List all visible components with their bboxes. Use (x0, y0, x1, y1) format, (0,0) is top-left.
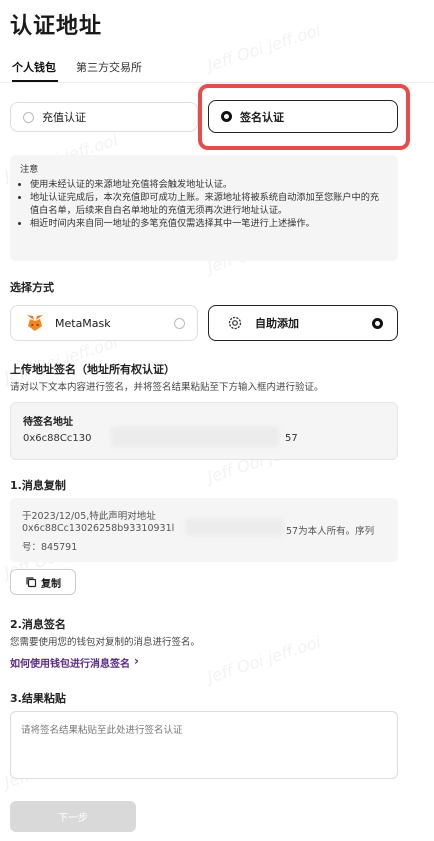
page-title: 认证地址 (10, 14, 103, 39)
address-prefix: 0x6c88Cc130 (23, 433, 92, 444)
radio-selected-icon (372, 317, 383, 329)
copy-button[interactable]: 复制 (10, 569, 76, 595)
message-line: 57为本人所有。序列 (286, 526, 375, 537)
gear-icon (227, 315, 243, 331)
recharge-auth-label: 充值认证 (42, 111, 86, 124)
upload-description: 请对以下文本内容进行签名，并将签名结果粘贴至下方输入框内进行验证。 (10, 382, 324, 393)
tab-third-party-exchange[interactable]: 第三方交易所 (76, 59, 142, 75)
tab-personal-wallet[interactable]: 个人钱包 (12, 59, 56, 75)
recharge-auth-option[interactable]: 充值认证 (10, 102, 198, 132)
message-line: 号：845791 (22, 542, 78, 553)
message-line: 0x6c88Cc13026258b93310931l (22, 523, 175, 534)
message-box: 于2023/12/05,特此声明对地址 0x6c88Cc13026258b933… (10, 498, 398, 562)
highlight-ring (198, 84, 410, 150)
address-suffix: 57 (285, 433, 298, 444)
chevron-right-icon: › (134, 654, 139, 668)
sign-help-link[interactable]: 如何使用钱包进行消息签名 › (10, 655, 139, 670)
copy-icon (25, 576, 37, 588)
metamask-fox-icon (25, 314, 45, 332)
copy-label: 复制 (41, 578, 61, 590)
metamask-option[interactable]: MetaMask (10, 305, 198, 341)
sign-help-link-text: 如何使用钱包进行消息签名 (10, 659, 130, 670)
message-redaction (186, 518, 284, 536)
radio-icon (174, 317, 185, 329)
notice-box: 注意 使用未经认证的来源地址充值将会触发地址认证。 地址认证完成后，本次充值即可… (10, 155, 398, 261)
watermark: Jeff Ooi jeff.ooi (204, 632, 324, 687)
next-button[interactable]: 下一步 (10, 801, 136, 832)
address-box: 待签名地址 0x6c88Cc130 57 (10, 402, 398, 460)
watermark: Jeff Ooi jeff.ooi (204, 20, 324, 75)
message-line: 于2023/12/05,特此声明对地址 (22, 511, 156, 522)
method-heading: 选择方式 (10, 281, 54, 294)
step1-heading: 1.消息复制 (10, 479, 66, 492)
tab-divider (0, 82, 434, 83)
address-redaction (111, 427, 279, 447)
step3-heading: 3.结果粘贴 (10, 692, 66, 705)
step2-description: 您需要使用您的钱包对复制的消息进行签名。 (10, 637, 201, 648)
step2-heading: 2.消息签名 (10, 618, 66, 631)
signature-paste-field[interactable]: 请将签名结果粘贴至此处进行签名认证 (10, 711, 398, 779)
address-label: 待签名地址 (23, 417, 73, 428)
notice-item: 地址认证完成后，本次充值即可成功上账。来源地址将被系统自动添加至您账户中的充值白… (30, 191, 388, 217)
notice-item: 相近时间内来自同一地址的多笔充值仅需选择其中一笔进行上述操作。 (30, 217, 388, 230)
radio-icon (23, 111, 34, 123)
metamask-label: MetaMask (55, 316, 111, 330)
upload-heading: 上传地址签名（地址所有权认证） (10, 363, 175, 376)
notice-title: 注意 (20, 164, 39, 175)
auto-add-label: 自助添加 (255, 317, 299, 330)
tab-active-indicator (12, 80, 58, 82)
auto-add-option[interactable]: 自助添加 (208, 305, 398, 341)
notice-item: 使用未经认证的来源地址充值将会触发地址认证。 (30, 178, 388, 191)
